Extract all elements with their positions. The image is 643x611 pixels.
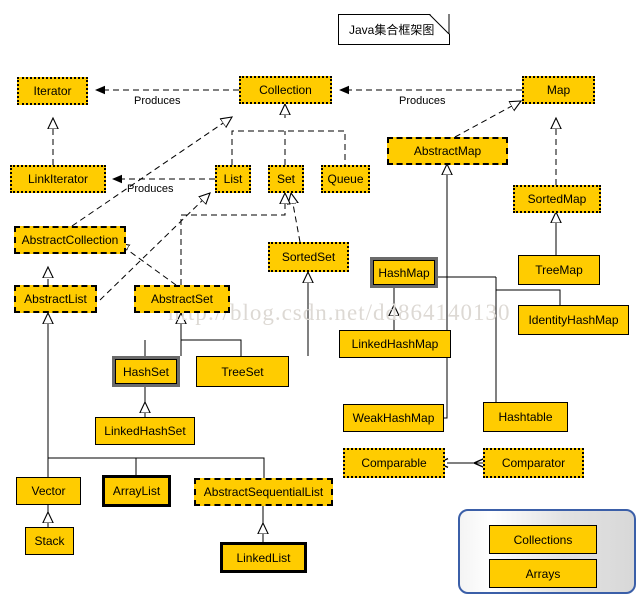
node-weakhashmap-label: WeakHashMap (352, 411, 435, 425)
node-abstractcollection[interactable]: AbstractCollection (14, 226, 126, 254)
node-set-label: Set (276, 172, 295, 186)
node-abstractmap[interactable]: AbstractMap (387, 137, 508, 165)
node-stack[interactable]: Stack (25, 527, 74, 555)
node-vector-label: Vector (31, 484, 66, 498)
node-sortedset[interactable]: SortedSet (268, 242, 349, 272)
node-hashset-label: HashSet (122, 364, 170, 379)
node-abstractmap-label: AbstractMap (413, 144, 482, 158)
node-treemap[interactable]: TreeMap (518, 255, 600, 285)
edge-label-produces-map-iterator: Produces (399, 95, 446, 107)
node-comparable[interactable]: Comparable (343, 448, 445, 478)
node-abstractcollection-label: AbstractCollection (21, 233, 119, 247)
utility-panel: Collections Arrays (458, 509, 636, 594)
node-arraylist[interactable]: ArrayList (102, 475, 171, 507)
node-iterator-label: Iterator (33, 84, 72, 98)
node-set[interactable]: Set (268, 165, 304, 193)
node-abstractset[interactable]: AbstractSet (134, 285, 230, 313)
note-fold-line-icon (429, 14, 450, 35)
node-collections[interactable]: Collections (489, 525, 597, 554)
node-queue-label: Queue (327, 172, 364, 186)
node-iterator[interactable]: Iterator (17, 77, 88, 105)
node-list[interactable]: List (215, 165, 251, 193)
edge-label-produces-list-linkiterator: Produces (127, 183, 174, 195)
node-comparable-label: Comparable (361, 456, 427, 470)
node-hashtable-label: Hashtable (498, 410, 553, 424)
node-linkedhashmap-label: LinkedHashMap (351, 337, 439, 351)
node-identityhashmap-label: IdentityHashMap (528, 313, 619, 327)
title-note-label: Java集合框架图 (349, 23, 435, 37)
node-linkedhashmap[interactable]: LinkedHashMap (339, 330, 451, 358)
node-sortedmap-label: SortedMap (527, 192, 587, 206)
edge-label-produces-collection-iterator: Produces (134, 95, 181, 107)
node-collection[interactable]: Collection (239, 76, 332, 104)
node-arraylist-label: ArrayList (112, 484, 161, 498)
node-identityhashmap[interactable]: IdentityHashMap (518, 305, 629, 335)
title-note: Java集合框架图 (338, 14, 450, 45)
node-list-label: List (223, 172, 243, 186)
node-abstractlist-label: AbstractList (24, 292, 87, 306)
node-hashtable[interactable]: Hashtable (483, 402, 568, 432)
node-collections-label: Collections (513, 532, 573, 547)
node-comparator-label: Comparator (501, 456, 566, 470)
node-treemap-label: TreeMap (535, 263, 583, 277)
node-sortedset-label: SortedSet (281, 250, 336, 264)
node-hashset[interactable]: HashSet (112, 356, 180, 387)
node-vector[interactable]: Vector (16, 477, 81, 505)
node-hashmap[interactable]: HashMap (370, 257, 438, 288)
node-sortedmap[interactable]: SortedMap (513, 185, 601, 213)
node-abstractlist[interactable]: AbstractList (14, 285, 97, 313)
node-collection-label: Collection (259, 83, 312, 97)
node-queue[interactable]: Queue (321, 165, 370, 193)
node-hashmap-label: HashMap (378, 265, 430, 280)
node-abstractset-label: AbstractSet (150, 292, 214, 306)
node-linkiterator-label: LinkIterator (27, 172, 89, 186)
node-arrays-label: Arrays (525, 566, 561, 581)
node-linkedhashset-label: LinkedHashSet (104, 424, 186, 438)
node-abstractsequentiallist[interactable]: AbstractSequentialList (194, 478, 333, 506)
node-treeset[interactable]: TreeSet (196, 356, 289, 387)
node-linkiterator[interactable]: LinkIterator (10, 165, 106, 193)
node-map[interactable]: Map (522, 76, 595, 104)
node-arrays[interactable]: Arrays (489, 559, 597, 588)
node-linkedlist[interactable]: LinkedList (220, 542, 307, 573)
node-abstractsequentiallist-label: AbstractSequentialList (203, 485, 324, 499)
node-linkedhashset[interactable]: LinkedHashSet (95, 417, 195, 445)
node-comparator[interactable]: Comparator (483, 448, 584, 478)
diagram-canvas: http://blog.csdn.net/dd864140130 Iterato… (0, 0, 643, 611)
node-stack-label: Stack (34, 534, 65, 548)
node-linkedlist-label: LinkedList (236, 550, 291, 565)
node-treeset-label: TreeSet (221, 364, 264, 379)
node-weakhashmap[interactable]: WeakHashMap (343, 404, 444, 432)
node-map-label: Map (546, 83, 571, 97)
